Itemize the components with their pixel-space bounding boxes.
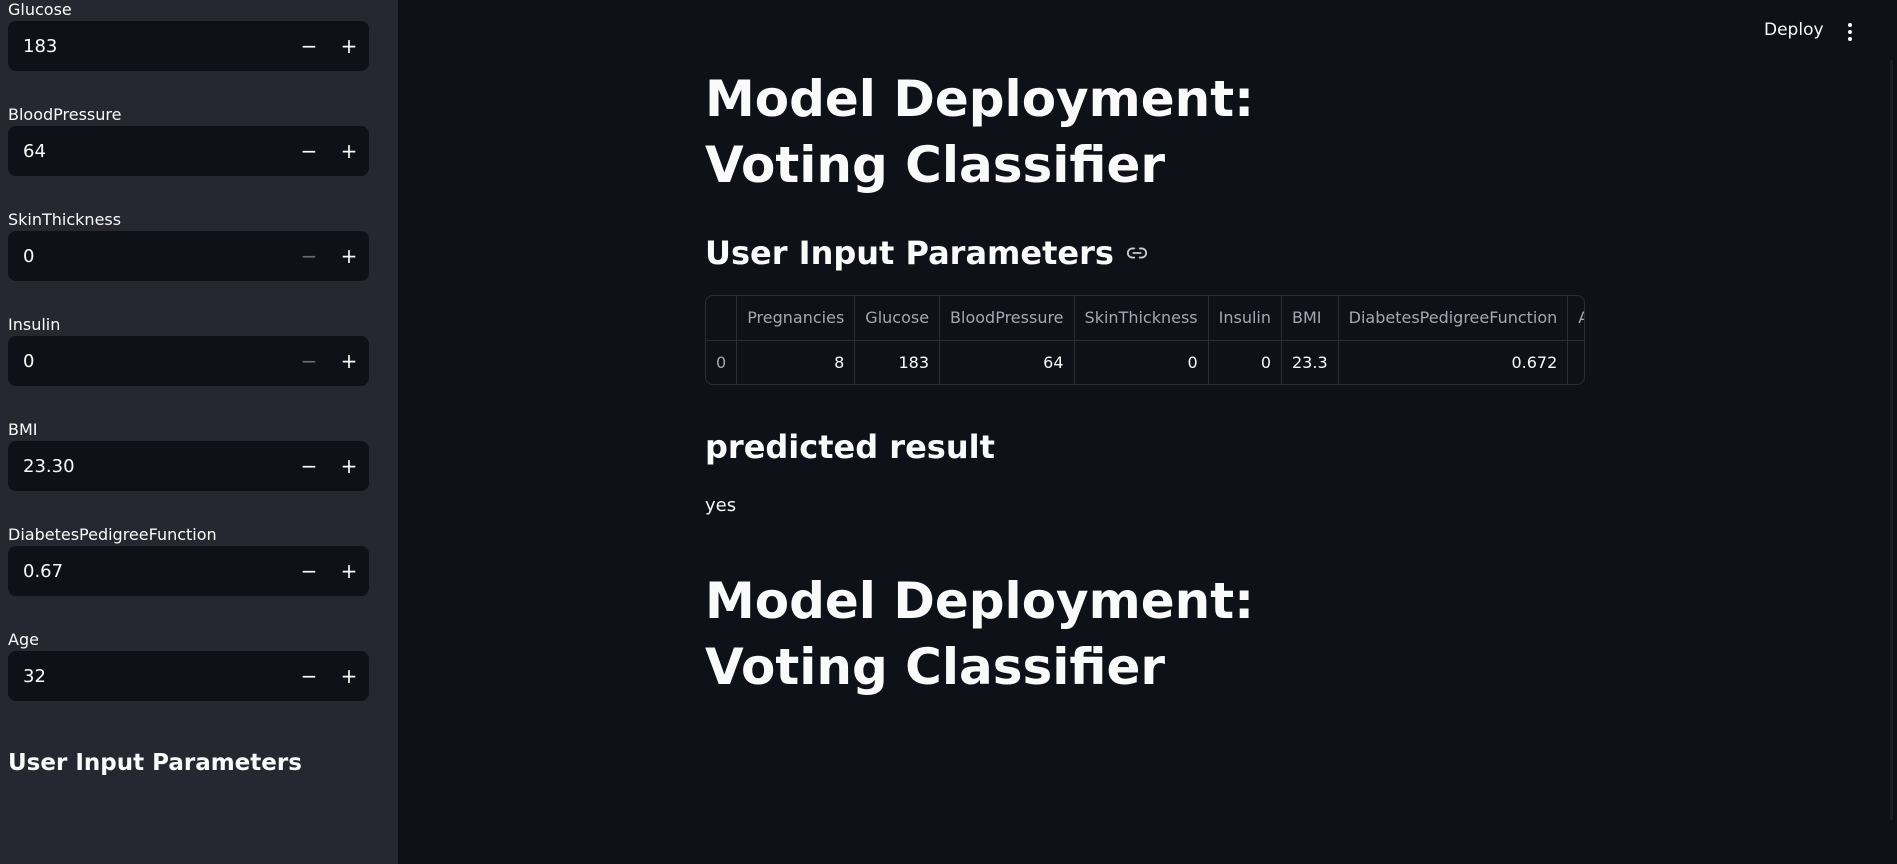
age-increment-button[interactable]: + [329, 651, 369, 701]
insulin-number-input: 0 − + [8, 336, 369, 386]
section-heading: User Input Parameters [705, 234, 1148, 272]
bmi-decrement-button[interactable]: − [289, 441, 329, 491]
column-header[interactable]: Ag [1567, 296, 1584, 341]
bmi-increment-button[interactable]: + [329, 441, 369, 491]
glucose-number-input: 183 − + [8, 21, 369, 71]
table-row: 0 8 183 64 0 0 23.3 0.672 [706, 340, 1584, 384]
field-insulin: Insulin 0 − + [8, 315, 369, 386]
kebab-menu-icon[interactable] [1838, 20, 1862, 44]
insulin-increment-button[interactable]: + [329, 336, 369, 386]
main-scrollbar[interactable] [1890, 60, 1893, 820]
column-header[interactable]: Pregnancies [736, 296, 856, 341]
dpf-increment-button[interactable]: + [329, 546, 369, 596]
page-title: Model Deployment: Voting Classifier [705, 70, 1255, 194]
field-bmi: BMI 23.30 − + [8, 420, 369, 491]
link-icon[interactable] [1126, 242, 1148, 264]
column-header[interactable]: BMI [1281, 296, 1339, 341]
sidebar-heading: User Input Parameters [8, 750, 302, 776]
field-age: Age 32 − + [8, 630, 369, 701]
column-header[interactable] [706, 296, 738, 341]
bloodpressure-number-input: 64 − + [8, 126, 369, 176]
kebab-dot [1848, 30, 1852, 34]
table-cell[interactable]: 0 [706, 340, 738, 384]
bloodpressure-decrement-button[interactable]: − [289, 126, 329, 176]
sidebar: Glucose 183 − + BloodPressure 64 − + Ski… [0, 0, 398, 864]
table-cell[interactable]: 0 [1208, 340, 1283, 384]
bmi-input[interactable]: 23.30 [8, 456, 289, 477]
table-header-row: Pregnancies Glucose BloodPressure SkinTh… [706, 296, 1584, 341]
glucose-decrement-button[interactable]: − [289, 21, 329, 71]
column-header[interactable]: Glucose [854, 296, 941, 341]
app-root: Glucose 183 − + BloodPressure 64 − + Ski… [0, 0, 1897, 864]
kebab-dot [1848, 23, 1852, 27]
table-cell[interactable]: 64 [939, 340, 1075, 384]
field-glucose: Glucose 183 − + [8, 0, 369, 71]
bmi-number-input: 23.30 − + [8, 441, 369, 491]
skinthickness-input[interactable]: 0 [8, 246, 289, 267]
field-label: Insulin [8, 315, 61, 334]
table-cell[interactable]: 8 [736, 340, 856, 384]
input-dataframe[interactable]: Pregnancies Glucose BloodPressure SkinTh… [705, 295, 1585, 385]
skinthickness-decrement-button[interactable]: − [289, 231, 329, 281]
field-diabetespedigreefunction: DiabetesPedigreeFunction 0.67 − + [8, 525, 369, 596]
age-input[interactable]: 32 [8, 666, 289, 687]
page-title-repeat: Model Deployment: Voting Classifier [705, 572, 1255, 696]
insulin-input[interactable]: 0 [8, 351, 289, 372]
field-label: Age [8, 630, 39, 649]
table-cell[interactable]: 183 [854, 340, 941, 384]
column-header[interactable]: SkinThickness [1074, 296, 1209, 341]
age-decrement-button[interactable]: − [289, 651, 329, 701]
bloodpressure-input[interactable]: 64 [8, 141, 289, 162]
table-cell[interactable] [1567, 340, 1584, 384]
field-label: BMI [8, 420, 38, 439]
field-skinthickness: SkinThickness 0 − + [8, 210, 369, 281]
field-label: Glucose [8, 0, 72, 19]
kebab-dot [1848, 37, 1852, 41]
prediction-value: yes [705, 495, 737, 516]
field-bloodpressure: BloodPressure 64 − + [8, 105, 369, 176]
dpf-input[interactable]: 0.67 [8, 561, 289, 582]
table-cell[interactable]: 0 [1074, 340, 1209, 384]
table-cell[interactable]: 23.3 [1281, 340, 1339, 384]
dataframe-table: Pregnancies Glucose BloodPressure SkinTh… [706, 296, 1584, 384]
bloodpressure-increment-button[interactable]: + [329, 126, 369, 176]
field-label: BloodPressure [8, 105, 122, 124]
field-label: SkinThickness [8, 210, 122, 229]
skinthickness-increment-button[interactable]: + [329, 231, 369, 281]
skinthickness-number-input: 0 − + [8, 231, 369, 281]
glucose-increment-button[interactable]: + [329, 21, 369, 71]
age-number-input: 32 − + [8, 651, 369, 701]
deploy-button[interactable]: Deploy [1764, 20, 1824, 40]
prediction-heading: predicted result [705, 428, 995, 466]
column-header[interactable]: BloodPressure [939, 296, 1075, 341]
column-header[interactable]: Insulin [1208, 296, 1283, 341]
section-heading-text: User Input Parameters [705, 234, 1114, 272]
table-cell[interactable]: 0.672 [1338, 340, 1569, 384]
glucose-input[interactable]: 183 [8, 36, 289, 57]
insulin-decrement-button[interactable]: − [289, 336, 329, 386]
dpf-number-input: 0.67 − + [8, 546, 369, 596]
field-label: DiabetesPedigreeFunction [8, 525, 217, 544]
column-header[interactable]: DiabetesPedigreeFunction [1338, 296, 1569, 341]
dpf-decrement-button[interactable]: − [289, 546, 329, 596]
